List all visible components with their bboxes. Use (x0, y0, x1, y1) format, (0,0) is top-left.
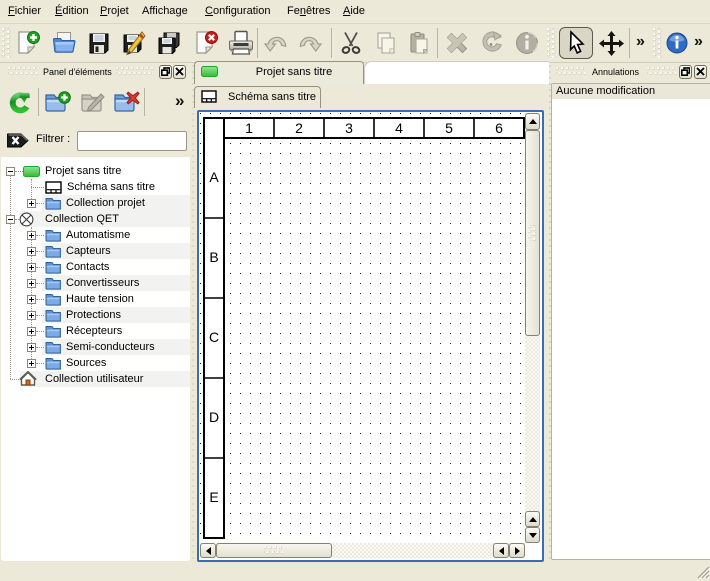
svg-text:2: 2 (295, 120, 303, 136)
svg-text:4: 4 (395, 120, 403, 136)
svg-text:5: 5 (445, 120, 453, 136)
svg-text:3: 3 (345, 120, 353, 136)
svg-text:C: C (209, 329, 219, 345)
svg-text:A: A (209, 169, 219, 185)
svg-text:1: 1 (245, 120, 253, 136)
svg-text:B: B (209, 249, 218, 265)
svg-text:E: E (209, 489, 218, 505)
svg-text:D: D (209, 409, 219, 425)
svg-text:6: 6 (495, 120, 503, 136)
